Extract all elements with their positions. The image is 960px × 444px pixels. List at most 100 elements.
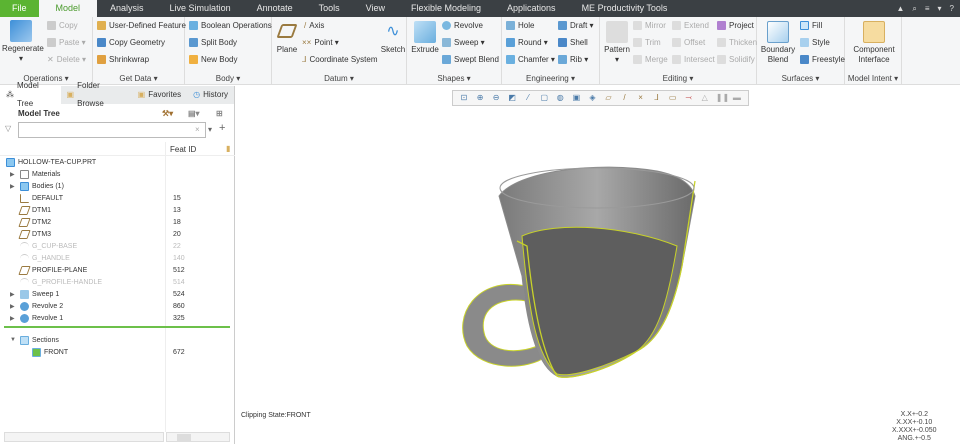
intersect-button[interactable]: Intersect xyxy=(672,55,715,64)
expand-icon[interactable]: ▶ xyxy=(10,171,15,178)
tab-folder-browser[interactable]: ▣ Folder Browse xyxy=(61,81,132,108)
expand-icon[interactable]: ▶ xyxy=(10,303,15,310)
extend-button[interactable]: Extend xyxy=(672,21,709,30)
style-button[interactable]: Style xyxy=(800,38,830,47)
tree-item[interactable]: ▶ Sweep 1 524 xyxy=(0,288,235,300)
settings-icon[interactable]: ≡ xyxy=(925,4,930,13)
coordinate-system-button[interactable]: ⅃ Coordinate System xyxy=(302,55,378,64)
tree-item[interactable]: PROFILE-PLANE 512 xyxy=(0,264,235,276)
clear-filter-icon[interactable]: × xyxy=(195,125,200,134)
group-label-model-intent[interactable]: Model Intent ▾ xyxy=(845,74,901,83)
tree-item-root[interactable]: HOLLOW-TEA-CUP.PRT xyxy=(0,156,235,168)
sweep-button[interactable]: Sweep ▾ xyxy=(442,38,485,47)
group-label-body[interactable]: Body ▾ xyxy=(185,74,271,83)
chamfer-button[interactable]: Chamfer ▾ xyxy=(506,55,555,64)
tree-item[interactable]: DTM1 13 xyxy=(0,204,235,216)
tab-favorites[interactable]: ▣ Favorites xyxy=(132,86,187,104)
extrude-button[interactable]: Extrude xyxy=(410,21,440,55)
tree-item-section-front[interactable]: FRONT 672 xyxy=(0,346,235,358)
add-filter-icon[interactable]: + xyxy=(219,122,225,134)
component-interface-button[interactable]: Component Interface xyxy=(848,21,900,65)
tab-model-tree[interactable]: ⁂ Model Tree xyxy=(0,81,61,108)
group-label-engineering[interactable]: Engineering ▾ xyxy=(502,74,599,83)
group-label-surfaces[interactable]: Surfaces ▾ xyxy=(757,74,844,83)
collapse-ribbon-icon[interactable]: ▲ xyxy=(896,4,904,13)
mirror-button[interactable]: Mirror xyxy=(633,21,666,30)
trim-button[interactable]: Trim xyxy=(633,38,661,47)
group-label-datum[interactable]: Datum ▾ xyxy=(272,74,406,83)
thicken-button[interactable]: Thicken xyxy=(717,38,757,47)
show-icon[interactable]: ▤▾ xyxy=(188,109,200,118)
tab-flexible-modeling[interactable]: Flexible Modeling xyxy=(398,0,494,17)
tea-cup-model[interactable] xyxy=(237,86,960,444)
tree-settings-icon[interactable]: ⚒▾ xyxy=(162,109,173,118)
filter-dropdown-icon[interactable]: ▾ xyxy=(208,125,212,134)
solidify-button[interactable]: Solidify xyxy=(717,55,755,64)
swept-blend-button[interactable]: Swept Blend xyxy=(442,55,499,64)
tab-tools[interactable]: Tools xyxy=(306,0,353,17)
shell-button[interactable]: Shell xyxy=(558,38,588,47)
udf-button[interactable]: User-Defined Feature xyxy=(97,21,186,30)
rib-button[interactable]: Rib ▾ xyxy=(558,55,588,64)
tree-item[interactable]: G_PROFILE-HANDLE 514 xyxy=(0,276,235,288)
insert-indicator[interactable] xyxy=(4,326,230,328)
tree-columns-icon[interactable]: ⊞ xyxy=(216,109,223,118)
collapse-icon[interactable]: ▼ xyxy=(10,337,16,343)
sketch-button[interactable]: ∿ Sketch xyxy=(380,21,406,55)
tree-filter-input[interactable] xyxy=(18,122,206,138)
tab-applications[interactable]: Applications xyxy=(494,0,569,17)
axis-button[interactable]: / Axis xyxy=(304,21,324,30)
tree-item[interactable]: G_HANDLE 140 xyxy=(0,252,235,264)
split-body-button[interactable]: Split Body xyxy=(189,38,237,47)
search-icon[interactable]: ⌕ xyxy=(912,4,916,14)
help-icon[interactable]: ? xyxy=(950,4,954,13)
paste-button[interactable]: Paste ▾ xyxy=(47,38,86,47)
round-button[interactable]: Round ▾ xyxy=(506,38,548,47)
pattern-button[interactable]: Pattern ▾ xyxy=(602,21,632,65)
column-header-feat-id[interactable]: Feat ID xyxy=(170,145,196,154)
boundary-blend-button[interactable]: Boundary Blend xyxy=(760,21,796,65)
horizontal-scrollbar-columns[interactable] xyxy=(166,432,230,442)
tab-me-productivity-tools[interactable]: ME Productivity Tools xyxy=(569,0,681,17)
copy-geometry-button[interactable]: Copy Geometry xyxy=(97,38,165,47)
group-label-editing[interactable]: Editing ▾ xyxy=(600,74,756,83)
dropdown-icon[interactable]: ▾ xyxy=(938,4,942,13)
tab-live-simulation[interactable]: Live Simulation xyxy=(157,0,244,17)
revolve-button[interactable]: Revolve xyxy=(442,21,483,30)
draft-button[interactable]: Draft ▾ xyxy=(558,21,594,30)
boolean-operations-button[interactable]: Boolean Operations xyxy=(189,21,272,30)
point-button[interactable]: ×× Point ▾ xyxy=(302,38,339,47)
horizontal-scrollbar-names[interactable] xyxy=(4,432,164,442)
tree-item[interactable]: ▶ Materials xyxy=(0,168,235,180)
scrollbar-thumb[interactable] xyxy=(177,434,191,441)
merge-button[interactable]: Merge xyxy=(633,55,668,64)
project-button[interactable]: Project xyxy=(717,21,754,30)
tree-item[interactable]: ▶ Revolve 1 325 xyxy=(0,312,235,324)
tree-item[interactable]: ▶ Bodies (1) xyxy=(0,180,235,192)
group-label-shapes[interactable]: Shapes ▾ xyxy=(407,74,501,83)
offset-button[interactable]: Offset xyxy=(672,38,705,47)
tree-item[interactable]: DTM2 18 xyxy=(0,216,235,228)
tab-annotate[interactable]: Annotate xyxy=(244,0,306,17)
freestyle-button[interactable]: Freestyle xyxy=(800,55,845,64)
tab-analysis[interactable]: Analysis xyxy=(97,0,157,17)
tab-history[interactable]: ◷ History xyxy=(187,86,234,104)
delete-button[interactable]: ✕ Delete ▾ xyxy=(47,55,86,64)
expand-icon[interactable]: ▶ xyxy=(10,315,15,322)
tree-item[interactable]: ▶ Revolve 2 860 xyxy=(0,300,235,312)
tree-item-sections[interactable]: ▼ Sections xyxy=(0,334,235,346)
tab-model[interactable]: Model xyxy=(38,0,98,17)
copy-button[interactable]: Copy xyxy=(47,21,78,30)
regenerate-button[interactable]: Regenerate ▾ xyxy=(2,20,44,64)
hole-button[interactable]: Hole xyxy=(506,21,534,30)
tab-view[interactable]: View xyxy=(353,0,398,17)
tab-file[interactable]: File xyxy=(0,0,39,17)
expand-icon[interactable]: ▶ xyxy=(10,183,15,190)
tree-item[interactable]: G_CUP-BASE 22 xyxy=(0,240,235,252)
graphics-area[interactable]: ⊡ ⊕ ⊖ ◩ ⁄ ▢ ◍ ▣ ◈ ▱ / × ⅃ ▭ ⤙ △ ❚❚ ▬ Cli… xyxy=(237,86,960,444)
column-options-icon[interactable]: ▮ xyxy=(226,144,230,153)
new-body-button[interactable]: New Body xyxy=(189,55,237,64)
plane-button[interactable]: Plane xyxy=(274,21,300,55)
fill-button[interactable]: Fill xyxy=(800,21,822,30)
tree-item[interactable]: DTM3 20 xyxy=(0,228,235,240)
